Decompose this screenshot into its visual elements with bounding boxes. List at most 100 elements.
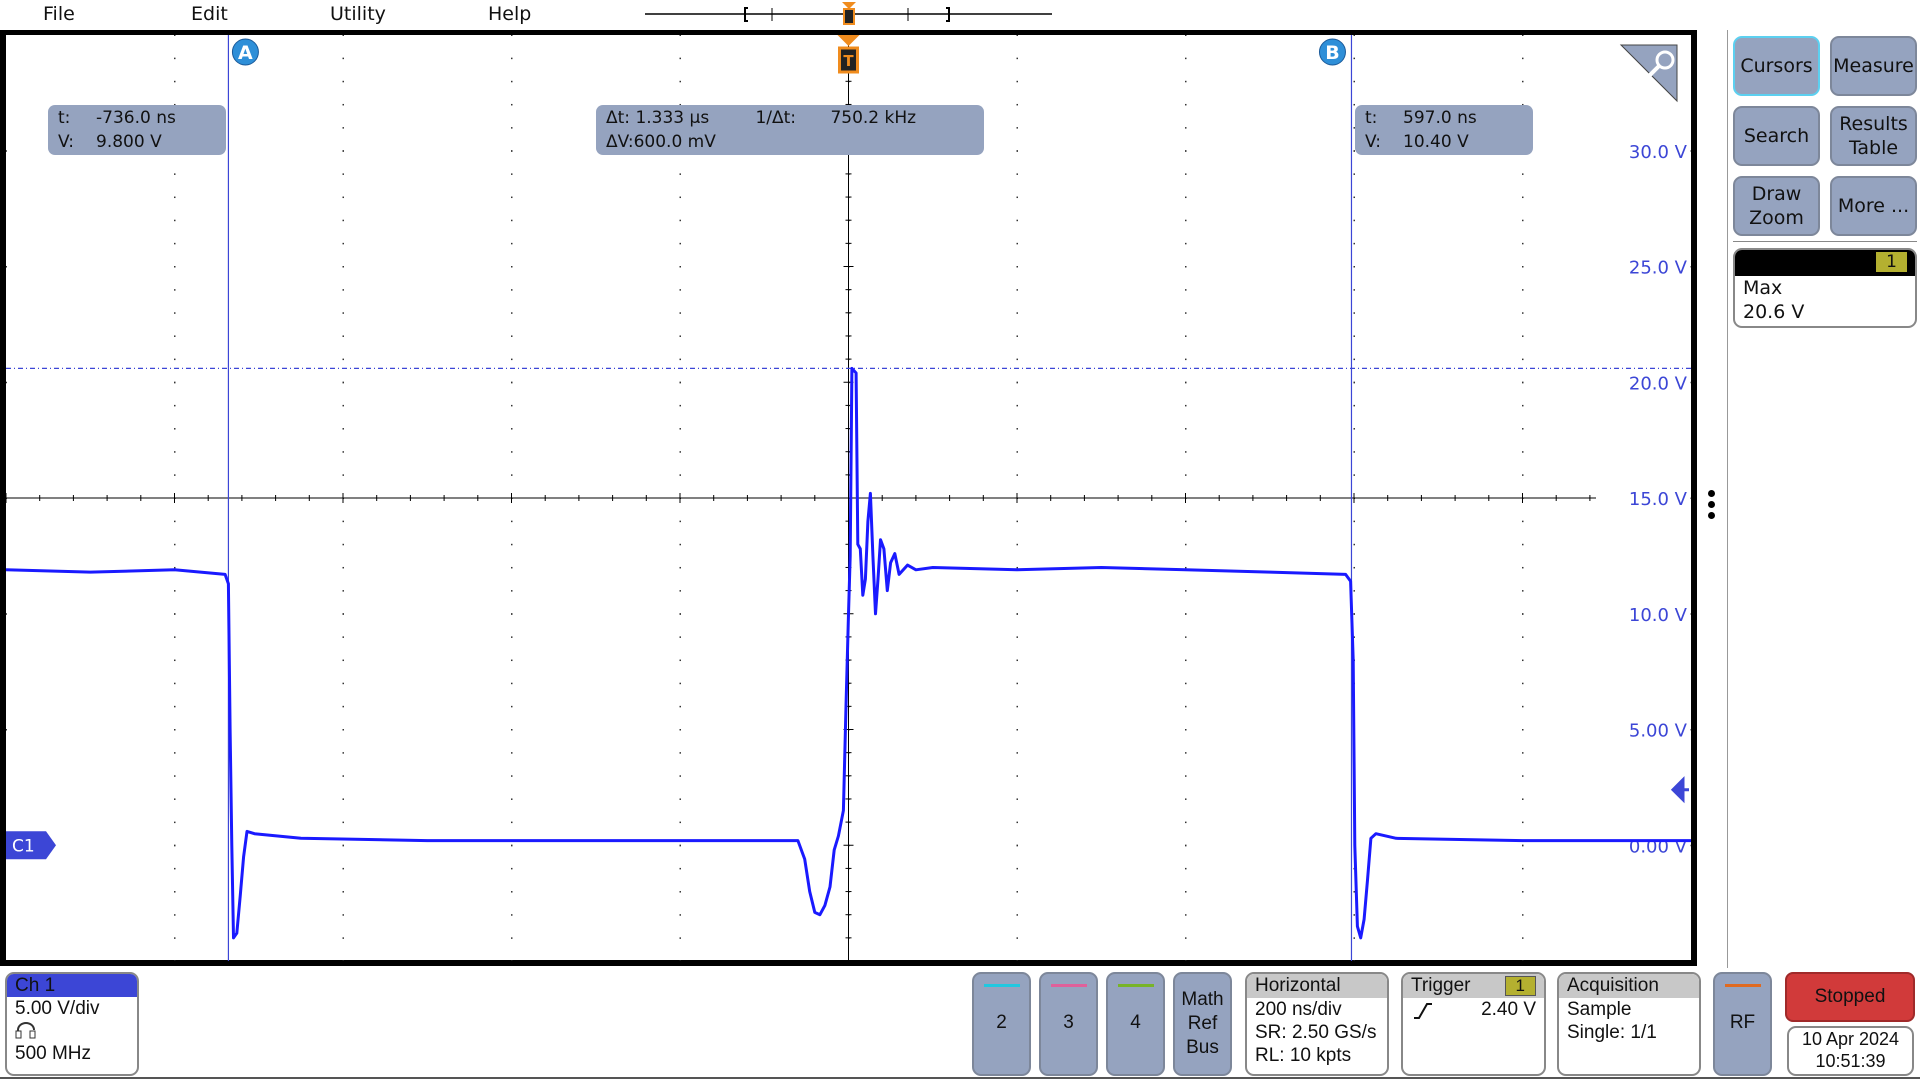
grid-dot (1522, 289, 1524, 291)
measure-button[interactable]: Measure (1830, 36, 1917, 96)
rf-button[interactable]: RF (1713, 972, 1772, 1076)
ch1-badge[interactable]: Ch 1 5.00 V/div 500 MHz (5, 972, 139, 1076)
grid-dot (174, 196, 176, 199)
grid-dot (1016, 520, 1018, 523)
grid-dot (1522, 937, 1524, 939)
grid-dot (1185, 590, 1187, 592)
grid-dot (1185, 242, 1187, 245)
grid-dot (174, 428, 176, 430)
more-options-icon[interactable] (1708, 490, 1716, 519)
grid-dot (174, 821, 176, 824)
grid-dot (1016, 35, 1018, 36)
grid-dot (1353, 566, 1355, 569)
grid-dot (1522, 474, 1524, 476)
channel-4-button[interactable]: 4 (1106, 972, 1165, 1076)
label: t: (1365, 108, 1378, 128)
grid-dot (511, 590, 513, 592)
draw-zoom-button[interactable]: Draw Zoom (1733, 176, 1820, 236)
grid-dot (511, 960, 513, 961)
label: t: (58, 108, 71, 128)
grid-dot (174, 682, 176, 685)
channel-2-button[interactable]: 2 (972, 972, 1031, 1076)
menu-edit[interactable]: Edit (191, 0, 228, 30)
grid-dot (342, 543, 344, 546)
trigger-position-icon (837, 35, 860, 46)
grid-dot (1016, 103, 1018, 106)
trigger-source: 1 (1504, 976, 1536, 996)
grid-dot (1522, 173, 1524, 175)
grid-dot (679, 867, 681, 870)
results-table-button[interactable]: Results Table (1830, 106, 1917, 166)
grid-dot (679, 80, 681, 83)
grid-dot (1185, 636, 1187, 638)
grid-dot (1522, 705, 1524, 708)
grid-dot (1522, 798, 1524, 800)
grid-dot (511, 428, 513, 430)
grid-dot (1522, 242, 1524, 245)
grid-dot (174, 705, 176, 708)
grid-dot (679, 705, 681, 708)
grid-dot (1522, 381, 1524, 384)
grid-dot (1185, 867, 1187, 870)
grid-dot (679, 358, 681, 361)
waveform-plot[interactable]: A BT30.0 V25.0 V20.0 V15.0 V10.0 V5.00 V0… (6, 35, 1691, 961)
grid-dot (1185, 358, 1187, 361)
menu-file[interactable]: File (43, 0, 75, 30)
measurement-badge[interactable]: 1 Max 20.6 V (1733, 248, 1917, 328)
cursor-b-readout: t: 597.0 ns V: 10.40 V (1355, 105, 1533, 155)
trigger-badge[interactable]: Trigger 1 2.40 V (1401, 972, 1546, 1076)
trigger-level-arrow[interactable] (1670, 776, 1689, 804)
acquisition-badge[interactable]: Acquisition Sample Single: 1/1 (1557, 972, 1701, 1076)
grid-dot (1185, 219, 1187, 222)
grid-dot (1016, 266, 1018, 268)
grid-dot (1522, 590, 1524, 592)
grid-dot (511, 127, 513, 129)
grid-dot (1522, 566, 1524, 569)
grid-dot (511, 520, 513, 523)
waveform-overview[interactable] (640, 0, 1060, 30)
grid-dot (342, 891, 344, 893)
grid-dot (511, 659, 513, 662)
search-button[interactable]: Search (1733, 106, 1820, 166)
grid-dot (1353, 613, 1355, 615)
cursors-button[interactable]: Cursors (1733, 36, 1820, 96)
grid-dot (342, 566, 344, 569)
grid-dot (679, 914, 681, 916)
waveform-display[interactable]: A B T 30.0 V 25.0 V 20.0 V 15.0 V 10.0 V 5.00 V0… (0, 30, 1697, 966)
ch1-bandwidth: 500 MHz (15, 1043, 92, 1064)
label: Math (1181, 989, 1224, 1010)
grid-dot (1185, 682, 1187, 685)
grid-dot (1522, 636, 1524, 638)
delta-voltage: 600.0 mV (633, 132, 716, 152)
date-time[interactable]: 10 Apr 2024 10:51:39 (1787, 1026, 1914, 1076)
horizontal-title: Horizontal (1247, 974, 1387, 998)
grid-dot (679, 335, 681, 337)
label: 4 (1130, 1012, 1141, 1033)
rising-edge-icon (1414, 1003, 1432, 1019)
grid-dot (342, 173, 344, 175)
grid-dot (342, 590, 344, 592)
menu-utility[interactable]: Utility (330, 0, 386, 30)
math-ref-bus-button[interactable]: Math Ref Bus (1173, 972, 1232, 1076)
grid-dot (174, 729, 176, 731)
grid-dot (174, 636, 176, 638)
grid-dot (1185, 35, 1187, 36)
grid-dot (174, 35, 176, 36)
menu-help[interactable]: Help (488, 0, 531, 30)
grid-dot (1185, 428, 1187, 430)
more-button[interactable]: More ... (1830, 176, 1917, 236)
grid-dot (342, 451, 344, 453)
grid-dot (342, 937, 344, 939)
grid-dot (1016, 752, 1018, 754)
grid-dot (1353, 242, 1355, 245)
grid-dot (1185, 520, 1187, 523)
channel-3-button[interactable]: 3 (1039, 972, 1098, 1076)
grid-dot (1353, 543, 1355, 546)
grid-dot (1353, 103, 1355, 106)
horizontal-badge[interactable]: Horizontal 200 ns/div SR: 2.50 GS/s RL: 10… (1245, 972, 1389, 1076)
run-stop-button[interactable]: Stopped (1785, 972, 1915, 1022)
cursor-b-label: B (1325, 42, 1339, 64)
grid-dot (174, 219, 176, 222)
grid-dot (342, 127, 344, 129)
grid-dot (1185, 613, 1187, 615)
